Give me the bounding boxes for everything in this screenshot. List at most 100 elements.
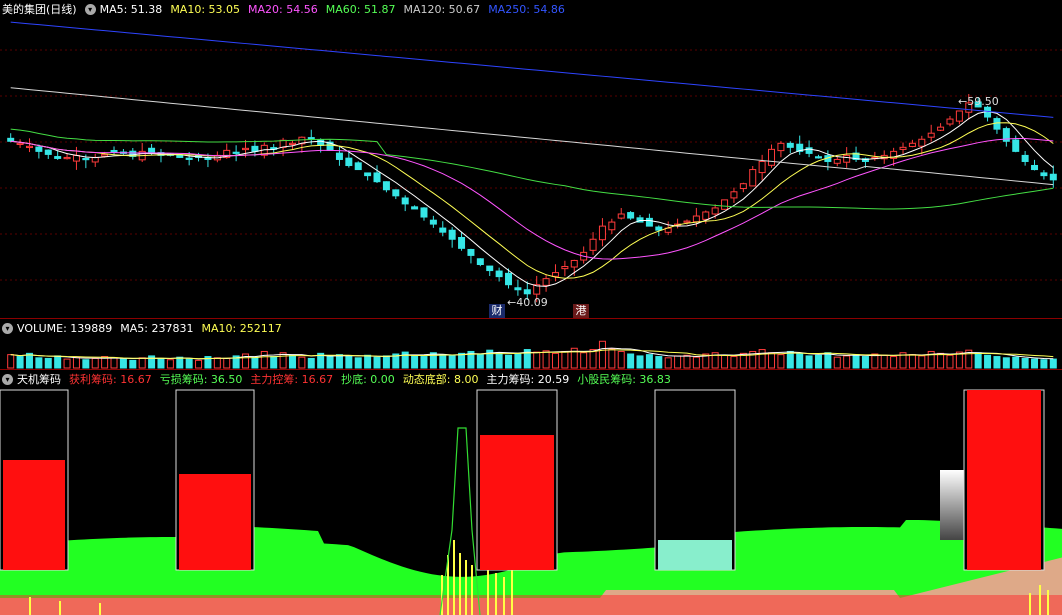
candle-body xyxy=(439,227,447,233)
volume-bar xyxy=(298,356,306,369)
volume-bar xyxy=(1040,359,1048,369)
volume-bar xyxy=(166,359,174,369)
candle-body xyxy=(608,221,616,231)
candle-body xyxy=(542,278,550,286)
chevron-down-icon[interactable]: ▾ xyxy=(2,322,13,334)
volume-bar xyxy=(251,356,259,369)
chip-box-fill xyxy=(3,460,65,570)
ma-label-3: MA60: 51.87 xyxy=(325,2,396,16)
volume-bar xyxy=(1002,357,1010,369)
candle-body xyxy=(927,132,935,138)
chevron-down-icon[interactable]: ▾ xyxy=(2,373,13,385)
candle-body xyxy=(721,199,729,210)
volume-bar xyxy=(655,356,663,369)
ma-label-2: MA20: 54.56 xyxy=(248,2,318,16)
chip-label-7: 小股民筹码: 36.83 xyxy=(577,373,671,386)
candle-body xyxy=(758,160,766,174)
candle-body xyxy=(655,226,663,231)
volume-bar xyxy=(25,352,33,369)
candle-body xyxy=(1021,154,1029,162)
chip-gradient-block xyxy=(940,470,964,540)
candle-body xyxy=(899,146,907,150)
candle-body xyxy=(561,266,569,270)
candle-body xyxy=(110,149,118,153)
chart-title: 美的集团(日线) xyxy=(2,3,77,16)
volume-bar xyxy=(345,356,353,369)
candle-body xyxy=(317,139,325,146)
high-price-label: ←59.50 xyxy=(958,95,999,108)
candle-body xyxy=(429,219,437,225)
volume-bar xyxy=(664,357,672,369)
volume-bar xyxy=(54,355,62,369)
candle-body xyxy=(251,145,259,152)
volume-bar xyxy=(937,352,945,369)
price-panel: 美的集团(日线) ▾ MA5: 51.38 MA10: 53.05 MA20: 54… xyxy=(0,0,1062,318)
candle-body xyxy=(288,142,296,146)
chevron-down-icon[interactable]: ▾ xyxy=(84,3,96,15)
volume-panel: ▾ VOLUME: 139889 MA5: 237831 MA10: 252117 xyxy=(0,319,1062,369)
ma120-line xyxy=(10,87,1054,186)
ma-label-4: MA120: 50.67 xyxy=(403,2,481,16)
volume-header: ▾ VOLUME: 139889 MA5: 237831 MA10: 252117 xyxy=(0,319,1062,337)
volume-bar xyxy=(580,352,588,369)
candle-body xyxy=(448,229,456,240)
chip-label-5: 动态底部: 8.00 xyxy=(402,373,479,386)
event-badge-finance[interactable]: 财 xyxy=(489,304,505,318)
volume-bar xyxy=(448,355,456,369)
volume-bar xyxy=(63,358,71,369)
chip-box-fill xyxy=(480,435,554,570)
candle-body xyxy=(495,270,503,278)
volume-bar xyxy=(382,355,390,369)
low-price-value: 40.09 xyxy=(516,296,548,309)
candle-body xyxy=(683,220,691,223)
candle-body xyxy=(345,157,353,167)
volume-bar xyxy=(617,350,625,369)
candle-body xyxy=(598,225,606,241)
candle-body xyxy=(551,272,559,277)
event-badge-hk[interactable]: 港 xyxy=(573,304,589,318)
volume-bar xyxy=(354,357,362,369)
volume-bar xyxy=(533,351,541,369)
candle-body xyxy=(833,158,841,164)
volume-bar xyxy=(288,354,296,369)
volume-label-0: VOLUME: 139889 xyxy=(17,321,113,335)
candle-body xyxy=(25,145,33,149)
chip-box-fill xyxy=(658,540,732,570)
volume-bar xyxy=(777,354,785,369)
volume-bar xyxy=(458,352,466,369)
candle-body xyxy=(702,211,710,220)
volume-bar xyxy=(420,356,428,369)
volume-bar xyxy=(645,354,653,369)
candle-body xyxy=(617,213,625,219)
volume-bar xyxy=(984,354,992,369)
candle-body xyxy=(1012,139,1020,152)
volume-bar xyxy=(176,356,184,369)
candle-body xyxy=(420,207,428,218)
candle-body xyxy=(242,147,250,151)
volume-bar xyxy=(373,356,381,369)
candle-body xyxy=(382,181,390,191)
candle-body xyxy=(627,212,635,219)
chip-label-3: 主力控筹: 16.67 xyxy=(250,373,334,386)
candle-body xyxy=(908,142,916,147)
volume-bar xyxy=(692,356,700,369)
volume-bar xyxy=(35,357,43,369)
ma-legend: MA5: 51.38 MA10: 53.05 MA20: 54.56 MA60: 51… xyxy=(100,3,573,16)
ma-label-0: MA5: 51.38 xyxy=(99,2,163,16)
volume-bar xyxy=(7,354,15,369)
volume-bar xyxy=(918,355,926,369)
volume-bar xyxy=(91,357,99,369)
candle-body xyxy=(814,156,822,159)
volume-bar xyxy=(129,359,137,369)
candle-body xyxy=(232,151,240,154)
volume-bar xyxy=(908,354,916,369)
high-price-value: 59.50 xyxy=(967,95,999,108)
candle-body xyxy=(373,172,381,183)
candle-body xyxy=(476,258,484,265)
low-price-label: ←40.09 xyxy=(507,296,548,309)
volume-bar xyxy=(721,354,729,369)
profit-chip-base xyxy=(0,595,1062,615)
candle-body xyxy=(739,183,747,190)
volume-bar xyxy=(608,348,616,369)
volume-bar xyxy=(880,354,888,369)
